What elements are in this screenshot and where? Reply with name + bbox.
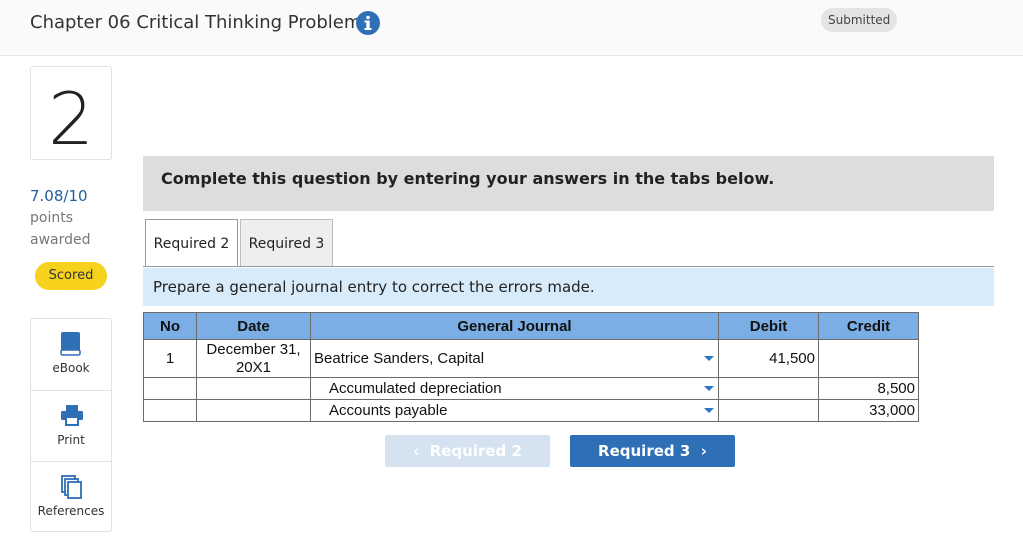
table-row: Accounts payable 33,000 bbox=[143, 399, 919, 422]
score-value: 7.08/10 bbox=[30, 187, 88, 205]
journal-table: No Date General Journal Debit Credit 1 D… bbox=[143, 312, 919, 422]
credit-input[interactable]: 8,500 bbox=[818, 377, 919, 400]
banner-text: Complete this question by entering your … bbox=[161, 169, 775, 188]
debit-input[interactable]: 41,500 bbox=[718, 339, 819, 378]
col-header-no: No bbox=[143, 312, 197, 340]
account-value: Accounts payable bbox=[329, 402, 448, 419]
dropdown-caret-icon[interactable] bbox=[704, 355, 714, 361]
tab-required-3[interactable]: Required 3 bbox=[240, 219, 333, 266]
info-icon[interactable] bbox=[356, 11, 380, 35]
credit-input[interactable] bbox=[818, 339, 919, 378]
account-select[interactable]: Accounts payable bbox=[310, 399, 719, 422]
instruction-text: Prepare a general journal entry to corre… bbox=[153, 278, 595, 296]
page-title: Chapter 06 Critical Thinking Problems bbox=[30, 12, 371, 33]
points-label: points bbox=[30, 210, 73, 226]
scored-badge: Scored bbox=[35, 262, 107, 290]
ebook-button[interactable]: eBook bbox=[31, 319, 111, 389]
account-value: Beatrice Sanders, Capital bbox=[314, 350, 485, 367]
awarded-label: awarded bbox=[30, 232, 91, 248]
question-number-box: 2 bbox=[30, 66, 112, 160]
tab-required-2[interactable]: Required 2 bbox=[145, 219, 238, 267]
task-instruction: Prepare a general journal entry to corre… bbox=[143, 268, 994, 306]
table-row: Accumulated depreciation 8,500 bbox=[143, 377, 919, 400]
next-button-label: Required 3 bbox=[598, 442, 691, 460]
debit-input[interactable] bbox=[718, 377, 819, 400]
next-required-button[interactable]: Required 3 › bbox=[570, 435, 735, 467]
book-icon bbox=[60, 332, 81, 356]
references-button[interactable]: References bbox=[31, 461, 111, 532]
chevron-left-icon: ‹ bbox=[413, 442, 420, 460]
account-value: Accumulated depreciation bbox=[329, 380, 502, 397]
prev-button-label: Required 2 bbox=[429, 442, 522, 460]
account-select[interactable]: Beatrice Sanders, Capital bbox=[310, 339, 719, 378]
question-number: 2 bbox=[48, 77, 94, 161]
dropdown-caret-icon[interactable] bbox=[704, 407, 714, 413]
col-header-credit: Credit bbox=[818, 312, 919, 340]
print-button[interactable]: Print bbox=[31, 390, 111, 461]
top-bar: Chapter 06 Critical Thinking Problems Su… bbox=[0, 0, 1023, 56]
row-no bbox=[143, 399, 197, 422]
col-header-account: General Journal bbox=[310, 312, 719, 340]
printer-icon bbox=[61, 405, 83, 426]
instructions-banner: Complete this question by entering your … bbox=[143, 156, 994, 211]
account-select[interactable]: Accumulated depreciation bbox=[310, 377, 719, 400]
debit-input[interactable] bbox=[718, 399, 819, 422]
print-label: Print bbox=[57, 433, 85, 447]
ebook-label: eBook bbox=[52, 361, 90, 375]
row-date bbox=[196, 399, 311, 422]
prev-required-button[interactable]: ‹ Required 2 bbox=[385, 435, 550, 467]
col-header-date: Date bbox=[196, 312, 311, 340]
row-no bbox=[143, 377, 197, 400]
credit-input[interactable]: 33,000 bbox=[818, 399, 919, 422]
references-label: References bbox=[37, 504, 105, 518]
chevron-right-icon: › bbox=[700, 442, 707, 460]
tools-panel: eBook Print References bbox=[30, 318, 112, 532]
references-icon bbox=[61, 475, 82, 499]
row-no: 1 bbox=[143, 339, 197, 378]
col-header-debit: Debit bbox=[718, 312, 819, 340]
row-date: December 31, 20X1 bbox=[196, 339, 311, 378]
table-row: 1 December 31, 20X1 Beatrice Sanders, Ca… bbox=[143, 339, 919, 378]
submitted-badge: Submitted bbox=[821, 8, 898, 32]
tab-divider bbox=[143, 266, 994, 267]
row-date bbox=[196, 377, 311, 400]
table-header-row: No Date General Journal Debit Credit bbox=[143, 312, 919, 340]
dropdown-caret-icon[interactable] bbox=[704, 385, 714, 391]
